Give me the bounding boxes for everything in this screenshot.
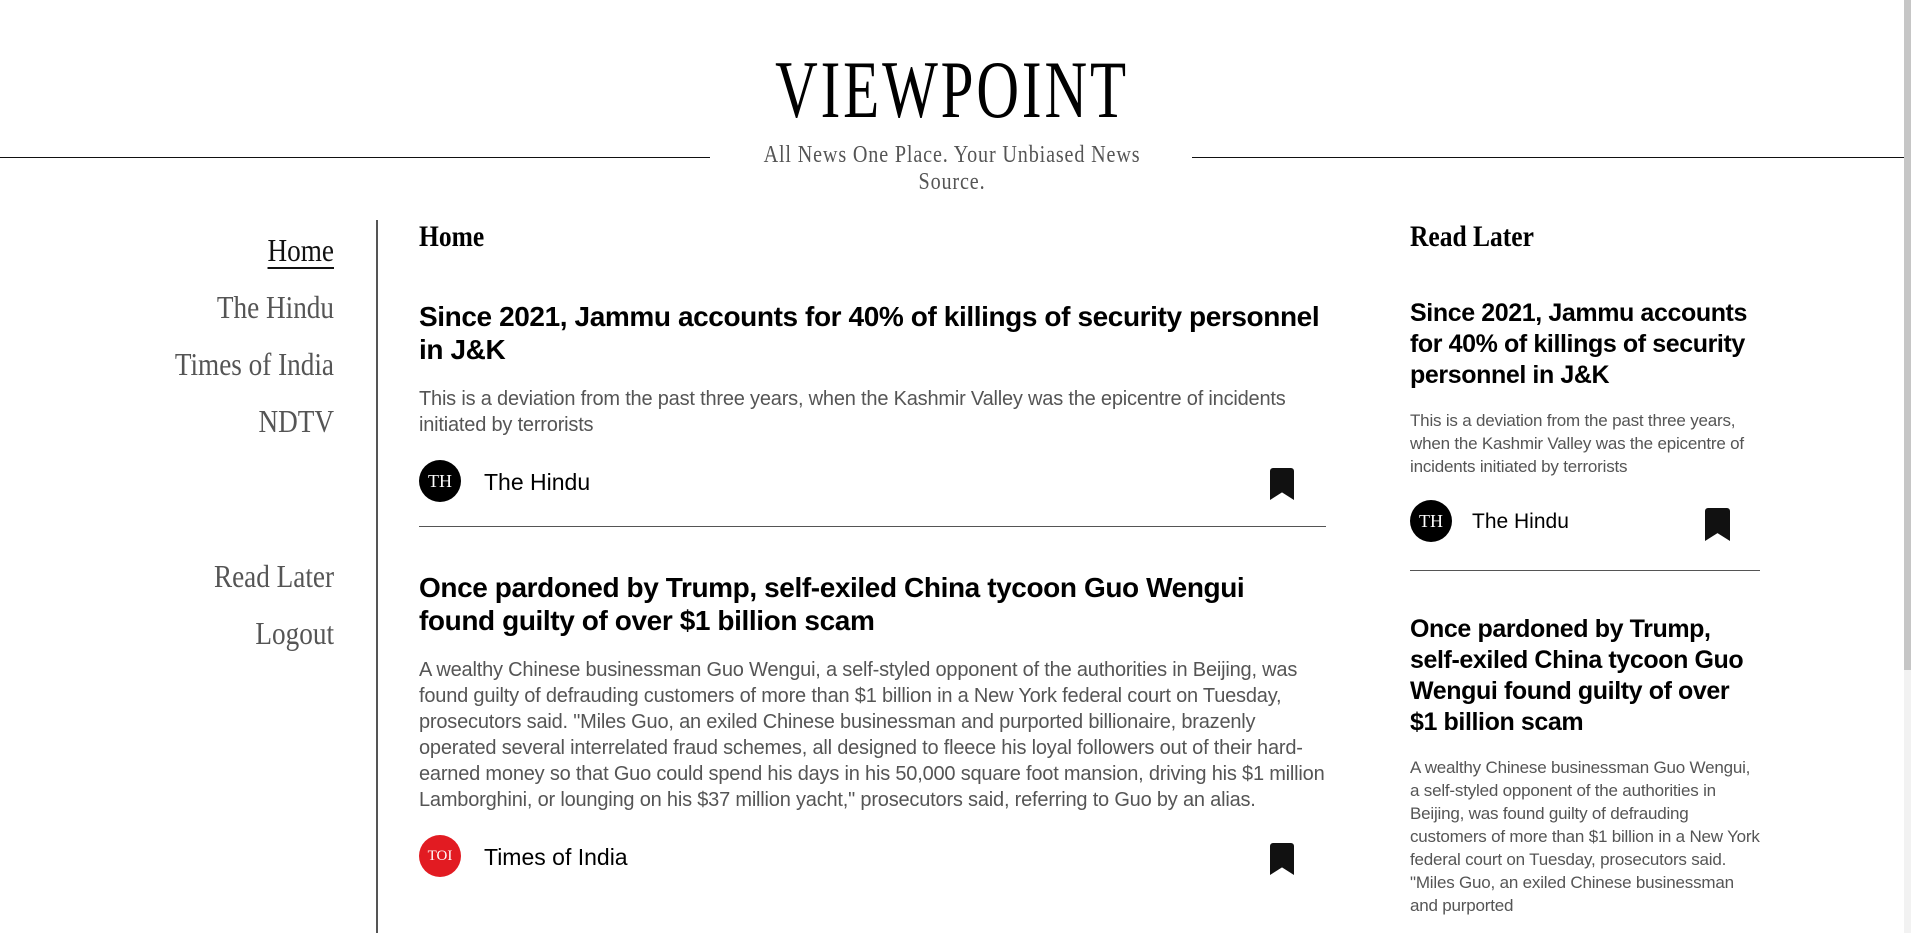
article-title[interactable]: Once pardoned by Trump, self-exiled Chin… (1410, 614, 1760, 738)
nav-item-home[interactable]: Home (50, 222, 334, 279)
tagline-rule-right (1192, 157, 1904, 158)
read-later-card: Once pardoned by Trump, self-exiled Chin… (1410, 614, 1760, 917)
read-later-list: Since 2021, Jammu accounts for 40% of ki… (1410, 298, 1760, 917)
source-logo-times-of-india: TOI (419, 835, 461, 877)
page-scrollbar[interactable] (1904, 0, 1911, 933)
site-title: VIEWPOINT (775, 44, 1129, 135)
read-later-title: Read Later (1410, 220, 1534, 253)
source-name: The Hindu (484, 469, 591, 495)
article-card: Once pardoned by Trump, self-exiled Chin… (419, 571, 1326, 881)
bookmark-icon[interactable] (1270, 843, 1294, 875)
article-divider (1410, 570, 1760, 571)
news-feed: Since 2021, Jammu accounts for 40% of ki… (419, 300, 1326, 881)
tagline-rule-left (0, 157, 710, 158)
sidebar-divider (376, 220, 378, 933)
article-description: This is a deviation from the past three … (419, 388, 1286, 436)
article-title[interactable]: Since 2021, Jammu accounts for 40% of ki… (419, 300, 1326, 366)
article-footer: TH The Hindu (419, 458, 1326, 506)
nav-item-read-later[interactable]: Read Later (50, 548, 334, 605)
nav-item-times-of-india[interactable]: Times of India (50, 336, 334, 393)
bookmark-icon[interactable] (1705, 508, 1730, 541)
source-logo-the-hindu: TH (419, 460, 461, 502)
source-logo-the-hindu: TH (1410, 500, 1452, 542)
bookmark-icon[interactable] (1270, 468, 1294, 500)
scrollbar-thumb[interactable] (1904, 0, 1911, 670)
site-tagline: All News One Place. Your Unbiased News S… (763, 142, 1141, 195)
article-title[interactable]: Once pardoned by Trump, self-exiled Chin… (419, 571, 1326, 637)
article-divider (419, 526, 1326, 527)
article-description: A wealthy Chinese businessman Guo Wengui… (419, 659, 1325, 811)
article-title[interactable]: Since 2021, Jammu accounts for 40% of ki… (1410, 298, 1760, 391)
article-footer: TH The Hindu (1410, 498, 1760, 546)
nav-item-ndtv[interactable]: NDTV (50, 393, 334, 450)
article-description: A wealthy Chinese businessman Guo Wengui… (1410, 758, 1760, 915)
article-description: This is a deviation from the past three … (1410, 411, 1744, 476)
source-name: Times of India (484, 844, 628, 870)
source-name: The Hindu (1472, 510, 1569, 533)
article-card: Since 2021, Jammu accounts for 40% of ki… (419, 300, 1326, 506)
read-later-card: Since 2021, Jammu accounts for 40% of ki… (1410, 298, 1760, 546)
article-footer: TOI Times of India (419, 833, 1326, 881)
page-title: Home (419, 220, 485, 253)
sidebar-nav: Home The Hindu Times of India NDTV Read … (0, 222, 334, 662)
nav-item-logout[interactable]: Logout (50, 605, 334, 662)
nav-item-the-hindu[interactable]: The Hindu (50, 279, 334, 336)
